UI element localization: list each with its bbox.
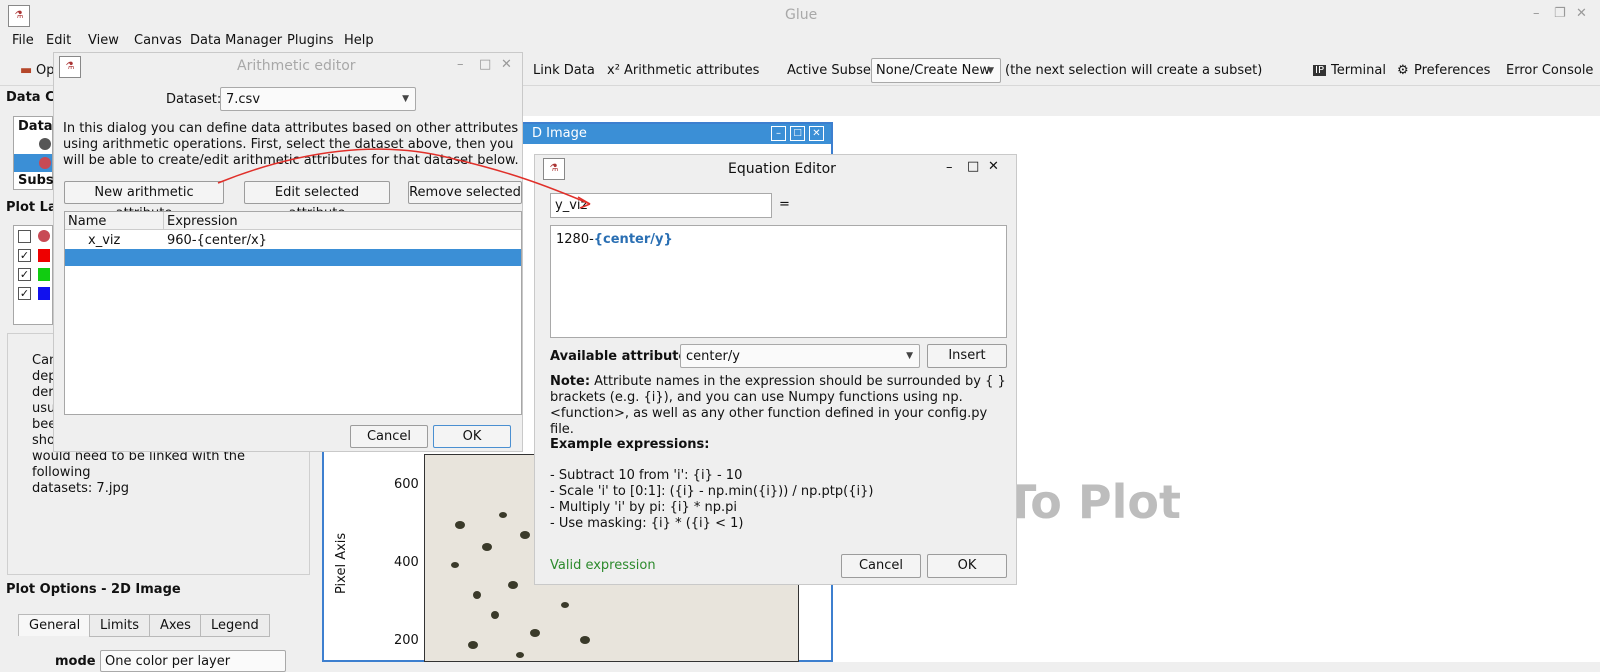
annotation-arrow bbox=[217, 148, 591, 209]
